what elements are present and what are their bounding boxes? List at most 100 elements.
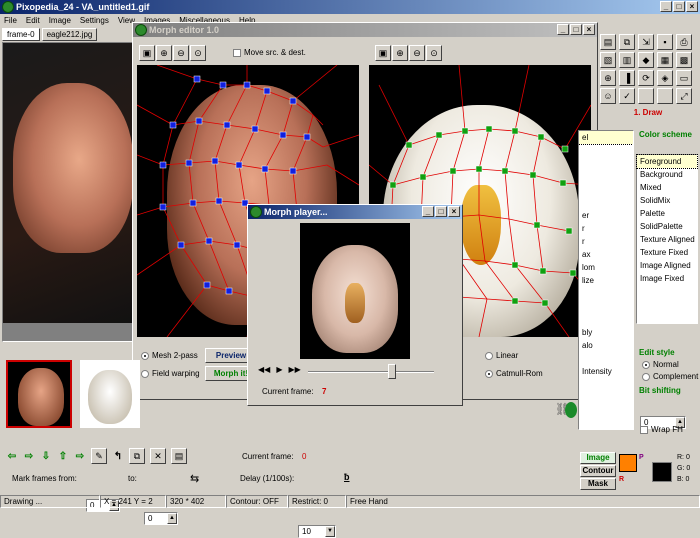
maximize-icon[interactable]: □ <box>570 24 582 35</box>
first-frame-icon[interactable]: ⇦ <box>6 451 18 462</box>
color-scheme-item[interactable]: Image Aligned <box>637 259 697 272</box>
color-scheme-item[interactable]: Texture Aligned <box>637 233 697 246</box>
color-scheme-item[interactable]: Image Fixed <box>637 272 697 285</box>
edit-complement-radio-dot[interactable] <box>642 372 650 381</box>
catmull-rom-radio-dot[interactable] <box>485 369 493 378</box>
minimize-icon[interactable]: _ <box>557 24 569 35</box>
minimize-icon[interactable]: _ <box>422 206 434 217</box>
edit-normal-radio[interactable]: Normal <box>642 360 679 369</box>
morph-icon[interactable]: ☺ <box>600 88 616 104</box>
frame-slider-thumb[interactable] <box>388 364 396 379</box>
move-up-icon[interactable]: ⇧ <box>57 451 69 462</box>
field-warping-radio-dot[interactable] <box>141 369 149 378</box>
blank-icon[interactable] <box>638 88 654 104</box>
list-item[interactable]: el <box>579 131 633 145</box>
zoom-icon[interactable]: ⊕ <box>600 70 616 86</box>
zoom-in-icon[interactable]: ⊕ <box>156 45 172 61</box>
fast-forward-icon[interactable]: ▶▶ <box>288 365 300 374</box>
prev-frame-icon[interactable]: ⇨ <box>23 451 35 462</box>
apply-delay-icon[interactable]: ƀ <box>344 472 350 482</box>
color-scheme-item[interactable]: Mixed <box>637 181 697 194</box>
palette-icon[interactable]: ◆ <box>638 52 654 68</box>
filter-icon[interactable]: ◈ <box>657 70 673 86</box>
mesh-2pass-radio-dot[interactable] <box>141 351 149 360</box>
play-icon[interactable]: ▶ <box>276 365 282 374</box>
save-icon[interactable]: ▪ <box>657 34 673 50</box>
print-icon[interactable]: ⎙ <box>676 34 692 50</box>
edit-normal-radio-dot[interactable] <box>642 360 650 369</box>
color-scheme-list[interactable]: Foreground Background Mixed SolidMix Pal… <box>636 154 698 324</box>
color-scheme-item[interactable]: SolidPalette <box>637 220 697 233</box>
list-item[interactable] <box>579 352 633 365</box>
list-item[interactable] <box>579 170 633 183</box>
copy-icon[interactable]: ⧉ <box>619 34 635 50</box>
zoom-out-icon[interactable]: ⊖ <box>409 45 425 61</box>
resize-icon[interactable]: ⤢ <box>676 88 692 104</box>
mask-button[interactable]: Mask <box>580 478 616 490</box>
frame-slider-track[interactable] <box>308 371 434 373</box>
zoom-in-icon[interactable]: ⊕ <box>392 45 408 61</box>
check-icon[interactable]: ✓ <box>619 88 635 104</box>
tab-frame-0[interactable]: frame-0 <box>2 28 40 41</box>
wrap-fh-checkbox[interactable] <box>640 425 648 434</box>
delay-input[interactable]: 10 ▼ <box>298 525 336 538</box>
list-item[interactable] <box>579 300 633 313</box>
list-item[interactable] <box>579 313 633 326</box>
list-item[interactable]: ax <box>579 248 633 261</box>
spin-icon[interactable]: ▲ <box>167 513 177 524</box>
maximize-icon[interactable]: □ <box>673 1 685 12</box>
grid-icon[interactable]: ▦ <box>657 52 673 68</box>
list-item[interactable] <box>579 157 633 170</box>
color-scheme-item[interactable]: Foreground <box>636 154 698 169</box>
histogram-icon[interactable]: ▐ <box>619 70 635 86</box>
catmull-rom-radio[interactable]: Catmull-Rom <box>485 369 543 378</box>
draw-mode-list[interactable]: el er r r ax lom lize bly alo Intensity <box>578 130 634 430</box>
zoom-reset-icon[interactable]: ⊙ <box>426 45 442 61</box>
zoom-out-icon[interactable]: ⊖ <box>173 45 189 61</box>
list-item[interactable] <box>579 196 633 209</box>
pages-icon[interactable]: ▥ <box>619 52 635 68</box>
linear-radio-dot[interactable] <box>485 351 493 360</box>
list-item[interactable]: r <box>579 235 633 248</box>
next-frame-icon[interactable]: ⇨ <box>74 451 86 462</box>
spin-icon[interactable]: ▼ <box>325 526 335 537</box>
image-button[interactable]: Image <box>580 452 616 464</box>
list-item[interactable]: er <box>579 209 633 222</box>
frame-thumbnail-0[interactable] <box>6 360 72 428</box>
paste-frame-icon[interactable]: ▤ <box>171 448 187 464</box>
swap-icon[interactable]: ⇆ <box>190 472 199 485</box>
export-icon[interactable]: ⇲ <box>638 34 654 50</box>
linear-radio[interactable]: Linear <box>485 351 518 360</box>
list-item[interactable]: alo <box>579 339 633 352</box>
select-icon[interactable]: ▤ <box>600 34 616 50</box>
blank-icon[interactable] <box>657 88 673 104</box>
image-icon[interactable]: ▧ <box>600 52 616 68</box>
menu-settings[interactable]: Settings <box>80 16 109 25</box>
fit-icon[interactable]: ▣ <box>139 45 155 61</box>
move-down-icon[interactable]: ⇩ <box>40 451 52 462</box>
goto-icon[interactable]: ↰ <box>112 451 124 462</box>
menu-file[interactable]: File <box>4 16 17 25</box>
wrap-fh[interactable]: Wrap FH <box>640 425 683 434</box>
color-scheme-item[interactable]: SolidMix <box>637 194 697 207</box>
minimize-icon[interactable]: _ <box>660 1 672 12</box>
background-color-swatch[interactable] <box>652 462 672 482</box>
pencil-icon[interactable]: ✎ <box>91 448 107 464</box>
contour-button[interactable]: Contour <box>580 465 616 477</box>
list-item[interactable]: Intensity <box>579 365 633 378</box>
close-icon[interactable]: × <box>686 1 698 12</box>
list-item[interactable]: lize <box>579 274 633 287</box>
list-item[interactable]: bly <box>579 326 633 339</box>
tab-eagle[interactable]: eagle212.jpg <box>41 28 98 41</box>
frame-icon[interactable]: ▭ <box>676 70 692 86</box>
duplicate-icon[interactable]: ⧉ <box>129 448 145 464</box>
field-warping-radio[interactable]: Field warping <box>141 369 200 378</box>
frame-thumbnail-1[interactable] <box>80 360 140 428</box>
list-item[interactable]: lom <box>579 261 633 274</box>
fit-icon[interactable]: ▣ <box>375 45 391 61</box>
close-icon[interactable]: × <box>583 24 595 35</box>
list-item[interactable]: r <box>579 222 633 235</box>
rotate-icon[interactable]: ⟳ <box>638 70 654 86</box>
delete-frame-icon[interactable]: ✕ <box>150 448 166 464</box>
list-item[interactable] <box>579 144 633 157</box>
